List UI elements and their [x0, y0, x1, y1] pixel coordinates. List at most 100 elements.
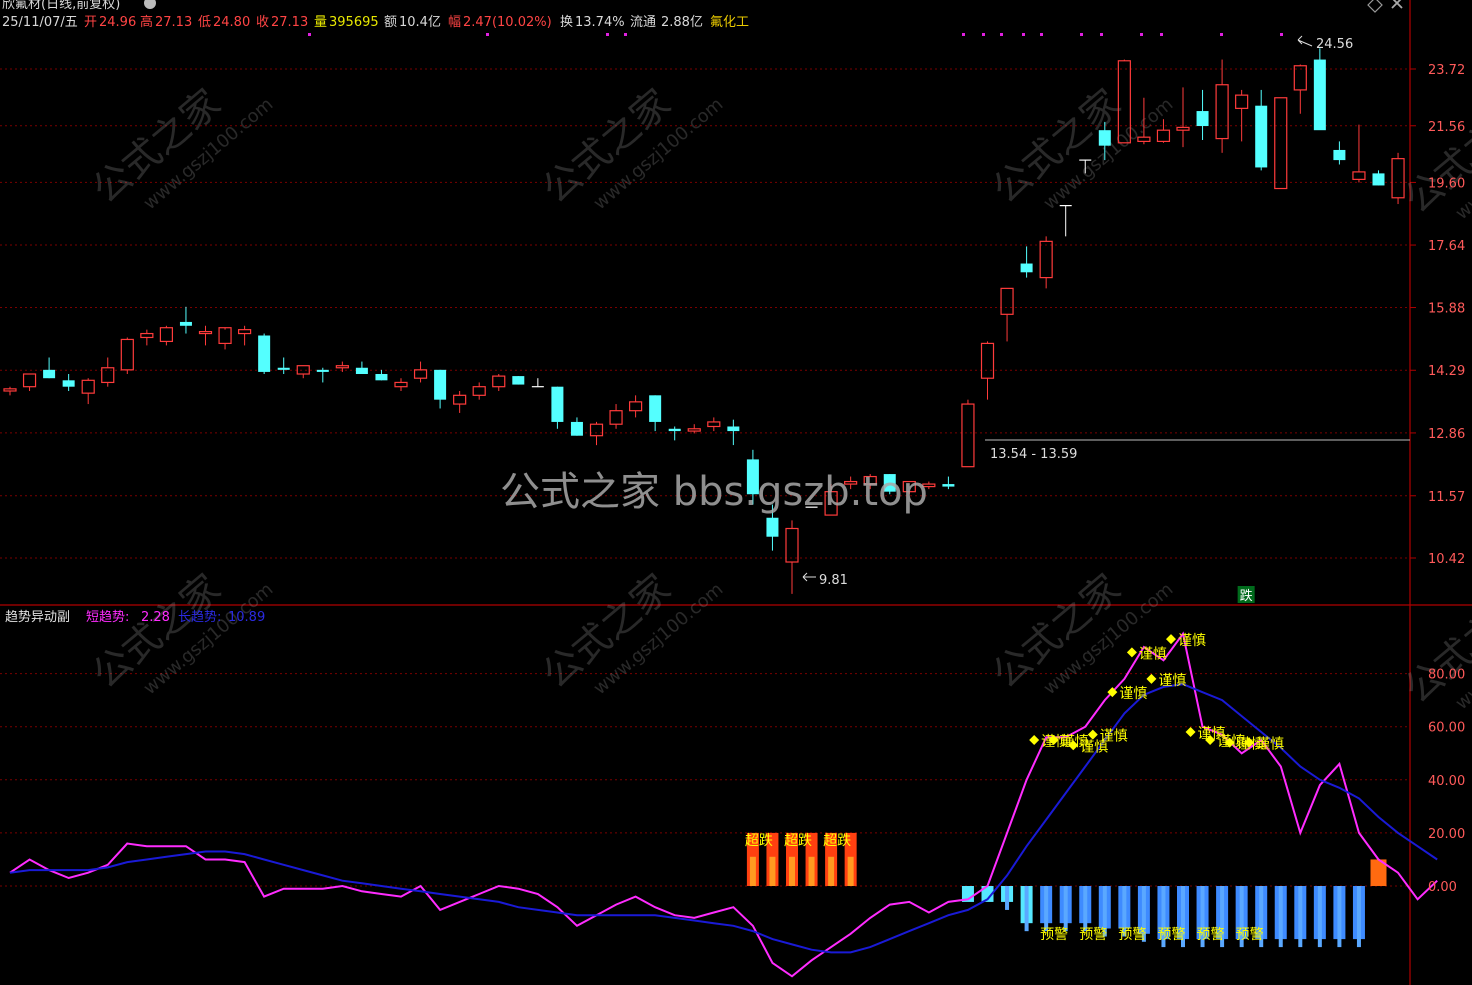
oversold-bar-core [769, 856, 776, 886]
short-trend-label: 短趋势: [86, 609, 129, 625]
diamond-icon[interactable] [1367, 0, 1383, 13]
close-label: 收 [256, 15, 269, 30]
candle-body [961, 403, 975, 468]
candle-body [434, 369, 447, 400]
open-value: 24.96 [99, 15, 136, 30]
candle [394, 378, 408, 391]
caution-diamond-icon [1166, 634, 1176, 645]
candle [942, 476, 955, 490]
candle [1274, 97, 1288, 190]
candle [707, 417, 721, 432]
candle [258, 333, 271, 375]
candle [668, 426, 681, 441]
oversold-label: 超跌 [784, 833, 812, 849]
candle-body [1000, 287, 1014, 315]
candle-body [218, 327, 232, 345]
oversold-bar-core [789, 856, 795, 886]
candle [1215, 59, 1229, 153]
candle-body [668, 428, 681, 432]
caution-label: 谨慎 [1158, 673, 1186, 689]
candle [1255, 89, 1268, 171]
candle-body [1333, 149, 1346, 161]
low-label: 低 [198, 15, 211, 30]
warning-label: 预警 [1079, 927, 1107, 943]
drop-signal: 跌 [1237, 586, 1255, 604]
warning-bar-core [1337, 886, 1342, 948]
oversold-label: 超跌 [745, 833, 773, 849]
candle [649, 395, 662, 432]
stock-title: 欣氟材(日线,前复权) [2, 0, 120, 12]
price-tick-label: 15.88 [1428, 302, 1465, 317]
candle [1059, 205, 1072, 237]
candle [472, 382, 486, 400]
amplitude-label: 幅 [448, 15, 461, 30]
candle-body [980, 342, 995, 379]
watermark-tile: 公式之家www.gszj100.com [84, 80, 277, 214]
candle-body [551, 386, 564, 422]
candle [1313, 48, 1326, 131]
candle-body [1352, 171, 1366, 180]
watermark-tile: 公式之家www.gszj100.com [534, 80, 727, 214]
warning-bar-core [1005, 886, 1010, 910]
float-label: 流通 [630, 15, 656, 30]
candle-body [1372, 173, 1385, 186]
candle [238, 325, 252, 346]
candle [551, 386, 564, 429]
candle-body [492, 375, 506, 388]
signal-dot [1100, 33, 1103, 36]
high-value: 27.13 [155, 15, 192, 30]
candle [570, 417, 583, 436]
warning-bar-core [1063, 886, 1068, 932]
candle [628, 395, 643, 418]
high-annotation-arrow [1297, 35, 1313, 47]
amount-label: 额 [384, 15, 397, 30]
bar-date: 25/11/07/五 [2, 15, 78, 30]
caution-marker: 谨慎 [1107, 686, 1147, 702]
warning-bar-core [1024, 886, 1029, 932]
candle-body [238, 329, 252, 335]
candle [687, 424, 701, 434]
candle [1020, 246, 1033, 278]
candle [492, 374, 506, 391]
caution-diamond-icon [1126, 647, 1137, 658]
candle-body [81, 379, 95, 394]
caution-diamond-icon [1029, 734, 1040, 745]
candle-body [1039, 240, 1053, 279]
center-watermark: 公式之家 bbs.gszb.top [500, 469, 928, 515]
window-controls [1367, 0, 1403, 13]
sector-label[interactable]: 氟化工 [710, 15, 749, 30]
price-tick-label: 17.64 [1428, 239, 1465, 254]
candle [43, 357, 56, 379]
amount-value: 10.4亿 [399, 15, 441, 30]
candle-body [1020, 263, 1033, 273]
warning-bar-core [1044, 886, 1049, 932]
settings-icon[interactable] [144, 0, 156, 9]
candle [785, 520, 799, 594]
candle-body [140, 332, 154, 339]
candle [413, 361, 428, 383]
candle [375, 369, 388, 381]
candle [1352, 124, 1366, 183]
candle-body [159, 327, 173, 343]
candle [434, 369, 447, 409]
candle-body [3, 388, 17, 392]
candle-body [277, 367, 290, 370]
candle [1333, 141, 1346, 165]
signal-dot [308, 33, 311, 36]
caution-signals: 谨慎谨慎谨慎谨慎谨慎谨慎谨慎谨慎谨慎谨慎谨慎谨慎 [1029, 633, 1284, 755]
candle [1039, 236, 1053, 289]
oversold-bar-core [808, 856, 815, 886]
candle-body [472, 386, 486, 396]
price-tick-label: 11.57 [1428, 490, 1465, 505]
watermark-tile: 公式之家www.gszj100.com [534, 565, 727, 699]
watermark-tile: 公式之家www.gszj100.com [984, 565, 1177, 699]
candle-body [375, 374, 388, 381]
float-value: 2.88亿 [661, 15, 703, 30]
close-icon[interactable] [1391, 0, 1403, 9]
candle-body [1274, 97, 1288, 190]
warning-label: 预警 [1118, 927, 1146, 943]
indicator-name[interactable]: 趋势异动副 [5, 609, 70, 625]
candle-body [453, 394, 467, 405]
candle-body [62, 380, 75, 387]
stock-chart-canvas[interactable]: 欣氟材(日线,前复权) 25/11/07/五 开 24.96 高 27.13 低… [0, 0, 1472, 985]
